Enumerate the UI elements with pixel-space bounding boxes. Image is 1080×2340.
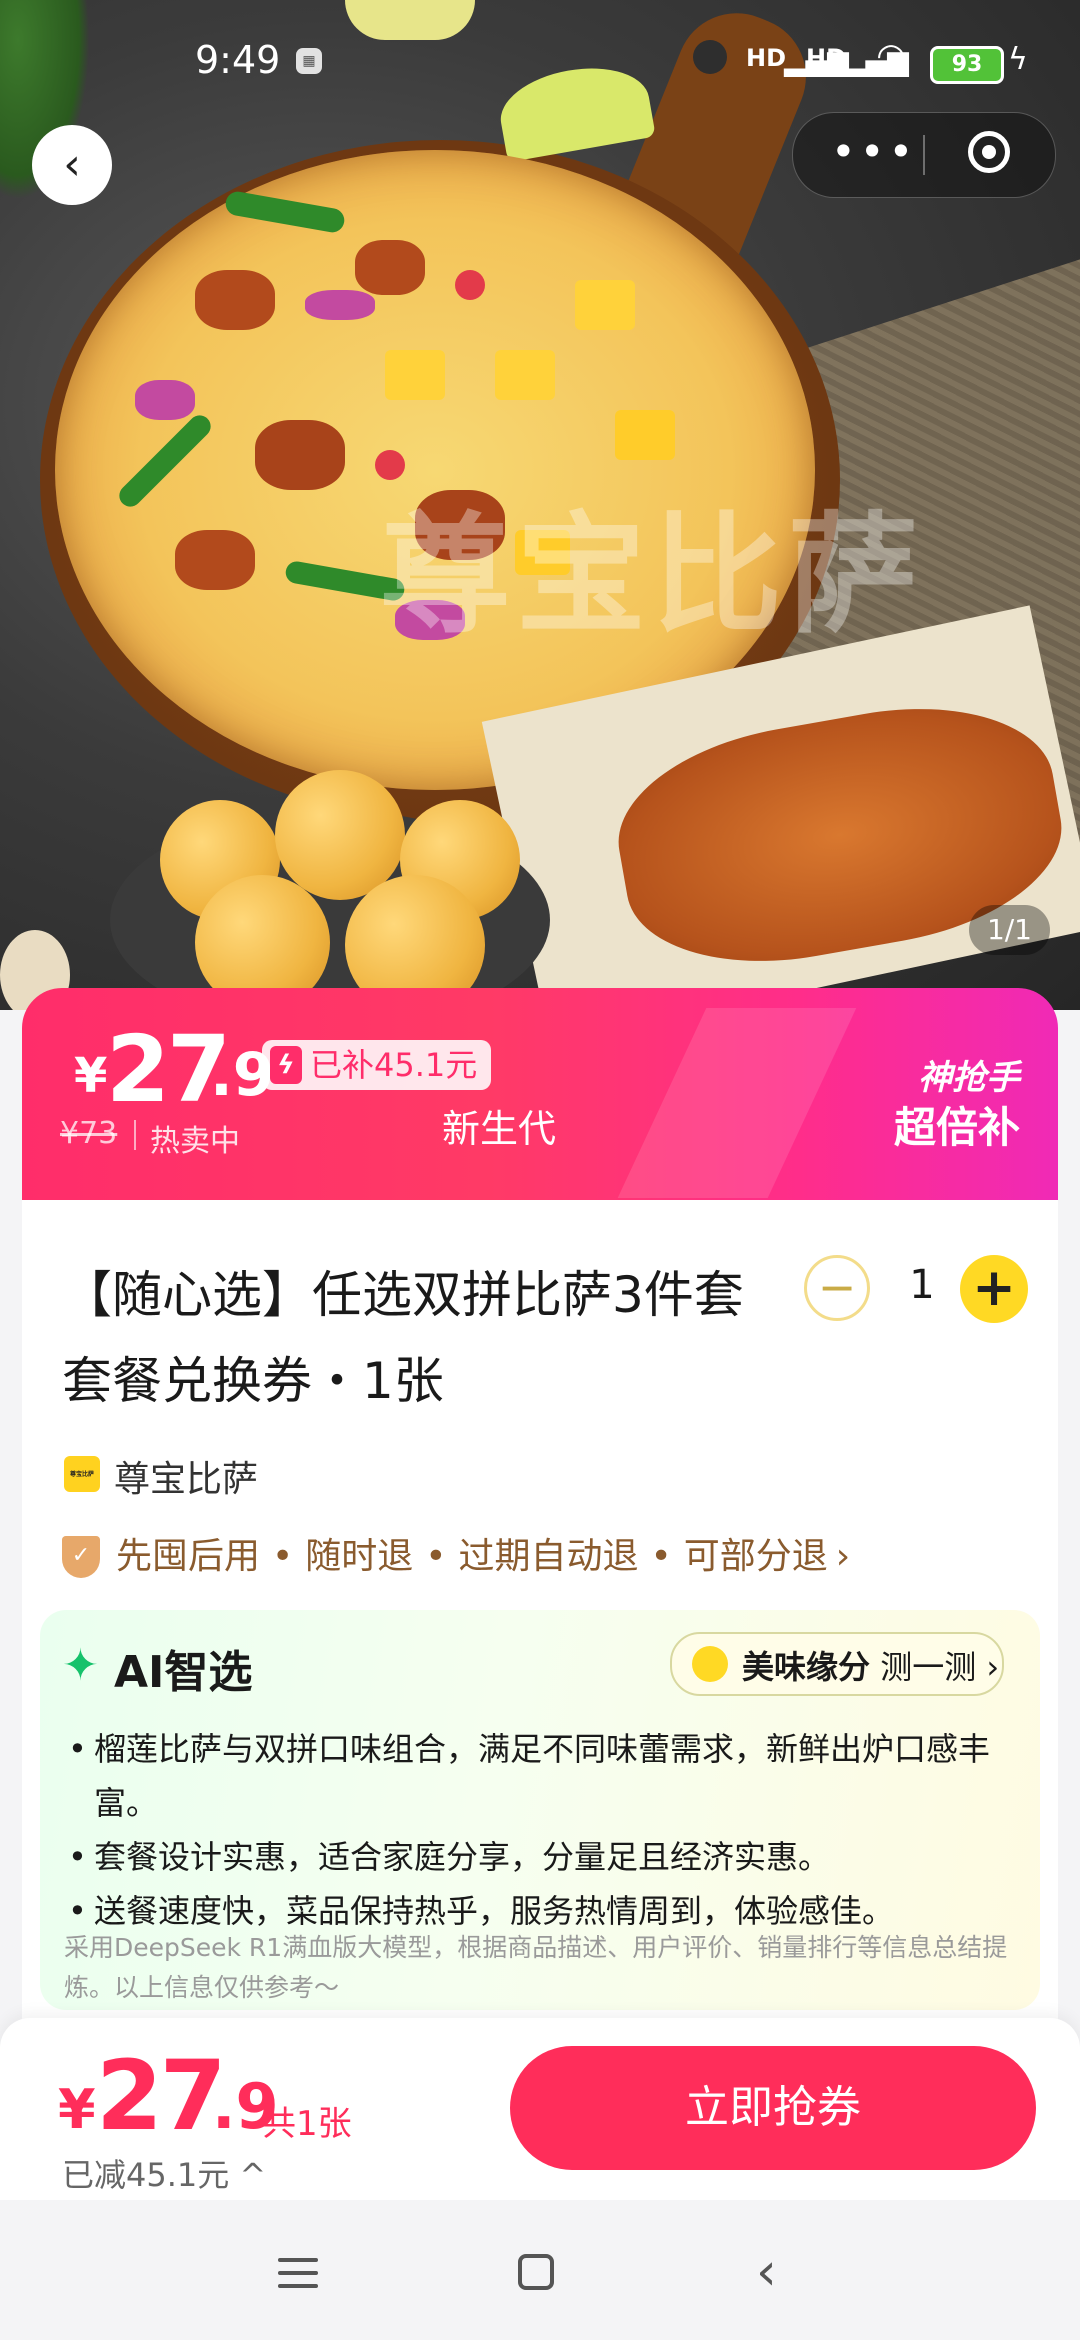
purchase-bar: ¥ 27 .9 共1张 已减45.1元 ^ 立即抢券: [0, 2018, 1080, 2200]
recent-apps-icon[interactable]: [278, 2258, 318, 2288]
lightning-icon: ϟ: [270, 1046, 302, 1084]
price-currency: ¥: [74, 1048, 108, 1104]
signal-hd-label-2: HD: [806, 44, 847, 72]
total-currency: ¥: [58, 2078, 96, 2141]
shield-check-icon: ✓: [62, 1536, 100, 1578]
ai-summary-panel: ✦ AI智选 美味缘分 测一测 › 榴莲比萨与双拼口味组合，满足不同味蕾需求，新…: [40, 1610, 1040, 2010]
shop-logo-text: 尊宝比萨: [69, 1471, 94, 1478]
promo-label-bottom: 超倍补: [893, 1103, 1020, 1152]
service-item: 先囤后用: [116, 1536, 261, 1577]
ai-point: 榴莲比萨与双拼口味组合，满足不同味蕾需求，新鲜出炉口感丰富。: [62, 1722, 1022, 1830]
system-navigation-bar: ‹: [0, 2200, 1080, 2340]
charging-icon: ϟ: [1008, 42, 1028, 77]
wifi-icon: ◠: [878, 36, 905, 76]
smiley-icon: [692, 1646, 728, 1682]
shop-logo[interactable]: 尊宝比萨: [64, 1456, 100, 1492]
sparkle-icon: ✦: [62, 1640, 99, 1691]
image-counter: 1/1: [968, 905, 1050, 955]
total-price-integer: 27: [96, 2040, 227, 2152]
promo-tag: 新生代: [442, 1107, 557, 1151]
ai-point: 套餐设计实惠，适合家庭分享，分量足且经济实惠。: [62, 1830, 1022, 1884]
subsidy-badge: ϟ 已补45.1元: [262, 1040, 492, 1090]
buy-now-button[interactable]: 立即抢券: [510, 2046, 1036, 2170]
ai-disclaimer: 采用DeepSeek R1满血版大模型，根据商品描述、用户评价、销量排行等信息总…: [64, 1933, 1008, 2002]
close-miniprogram-icon[interactable]: [968, 131, 1010, 173]
subsidy-text: 已补45.1元: [310, 1046, 478, 1084]
capsule-divider: [923, 135, 925, 175]
signal-hd-label: HD: [746, 44, 787, 72]
sale-status: 热卖中: [150, 1124, 240, 1159]
quantity-increase-button[interactable]: +: [960, 1255, 1028, 1323]
chevron-right-icon: ›: [986, 1648, 1000, 1686]
price-separator: [134, 1120, 136, 1150]
quantity-value: 1: [909, 1262, 935, 1308]
service-item: 可部分退: [683, 1536, 828, 1577]
mini-program-capsule: •••: [792, 112, 1056, 198]
saved-amount-toggle[interactable]: 已减45.1元 ^: [62, 2150, 266, 2196]
status-time: 9:49: [195, 38, 281, 82]
battery-icon: 93: [930, 46, 1004, 84]
taste-match-button[interactable]: 美味缘分 测一测 ›: [670, 1632, 1004, 1696]
ai-points-list: 榴莲比萨与双拼口味组合，满足不同味蕾需求，新鲜出炉口感丰富。 套餐设计实惠，适合…: [62, 1722, 1022, 1938]
back-nav-icon[interactable]: ‹: [756, 2242, 777, 2302]
product-title: 【随心选】任选双拼比萨3件套套餐兑换券・1张: [62, 1266, 744, 1410]
service-item: 过期自动退: [458, 1536, 639, 1577]
lightning-decoration: [617, 1008, 857, 1198]
service-item: 随时退: [305, 1536, 414, 1577]
chevron-right-icon: ›: [835, 1536, 851, 1577]
taste-match-label: 美味缘分: [742, 1648, 871, 1686]
total-count: 共1张: [262, 2104, 352, 2144]
promo-label-top: 神抢手: [918, 1058, 1020, 1098]
status-bar: 9:49 ▦ HD ▂▄▆ HD ▂▄▆ ◠ 93 ϟ: [0, 0, 1080, 120]
product-card: 【随心选】任选双拼比萨3件套套餐兑换券・1张 − 1 + 尊宝比萨 尊宝比萨 ✓…: [22, 1200, 1058, 2020]
shop-name[interactable]: 尊宝比萨: [114, 1450, 258, 1502]
original-price: ¥73: [60, 1116, 118, 1151]
brand-watermark: 尊宝比萨: [380, 499, 925, 651]
price-banner: ¥ 27 .9 ϟ 已补45.1元 ¥73 热卖中 新生代 神抢手 超倍补: [22, 988, 1058, 1203]
quantity-decrease-button[interactable]: −: [804, 1255, 870, 1321]
taste-match-action: 测一测: [880, 1648, 977, 1686]
app-notification-icon: ▦: [296, 48, 322, 74]
home-icon[interactable]: [518, 2254, 554, 2290]
more-icon[interactable]: •••: [831, 127, 917, 176]
ai-title: AI智选: [114, 1647, 253, 1698]
back-button[interactable]: ‹: [32, 125, 112, 205]
